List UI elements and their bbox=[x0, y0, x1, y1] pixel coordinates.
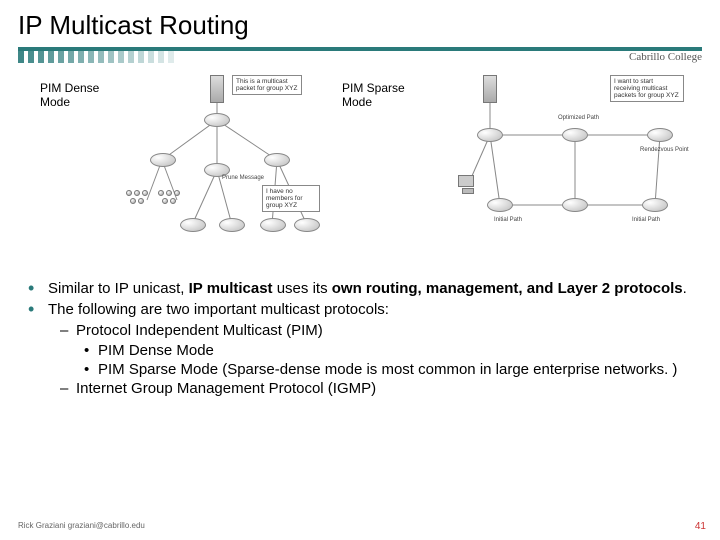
router-icon bbox=[647, 128, 673, 142]
router-icon bbox=[477, 128, 503, 142]
right-figure-label: PIM Sparse Mode bbox=[342, 75, 420, 265]
page-number: 41 bbox=[695, 521, 706, 532]
router-icon bbox=[219, 218, 245, 232]
left-figure: This is a multicast packet for group XYZ… bbox=[122, 75, 332, 265]
college-label: Cabrillo College bbox=[629, 51, 702, 63]
callout-top: This is a multicast packet for group XYZ bbox=[232, 75, 302, 95]
server-icon bbox=[210, 75, 224, 103]
rp-label: Rendezvous Point bbox=[640, 147, 689, 153]
pc-icon bbox=[458, 175, 474, 187]
footer-text: Rick Graziani graziani@cabrillo.edu bbox=[18, 521, 145, 530]
router-icon bbox=[180, 218, 206, 232]
callout-bottom: I have no members for group XYZ bbox=[262, 185, 320, 212]
left-figure-label: PIM Dense Mode bbox=[40, 75, 112, 265]
sub-bullet-item: Internet Group Management Protocol (IGMP… bbox=[28, 379, 692, 398]
optimized-label: Optimized Path bbox=[558, 115, 599, 121]
bullet-item: The following are two important multicas… bbox=[28, 300, 692, 319]
bullet-list: Similar to IP unicast, IP multicast uses… bbox=[0, 265, 720, 398]
users-icon bbox=[158, 190, 188, 210]
prune-label: Prune Message bbox=[222, 175, 264, 181]
router-icon bbox=[294, 218, 320, 232]
router-icon bbox=[487, 198, 513, 212]
callout-top-right: I want to start receiving multicast pack… bbox=[610, 75, 684, 102]
sub-bullet-item: Protocol Independent Multicast (PIM) bbox=[28, 321, 692, 340]
subsub-bullet-item: PIM Dense Mode bbox=[28, 341, 692, 360]
router-icon bbox=[562, 198, 588, 212]
figure-row: PIM Dense Mode This is a multicast packe… bbox=[0, 73, 720, 265]
title-banner: Cabrillo College bbox=[18, 47, 702, 67]
users-icon bbox=[126, 190, 156, 210]
router-icon bbox=[260, 218, 286, 232]
subsub-bullet-item: PIM Sparse Mode (Sparse-dense mode is mo… bbox=[28, 360, 692, 379]
server-icon bbox=[483, 75, 497, 103]
router-icon bbox=[562, 128, 588, 142]
router-icon bbox=[264, 153, 290, 167]
slide-title: IP Multicast Routing bbox=[0, 0, 720, 47]
initial-path-label: Initial Path bbox=[494, 217, 522, 223]
bullet-item: Similar to IP unicast, IP multicast uses… bbox=[28, 279, 692, 298]
initial-path-label: Initial Path bbox=[632, 217, 660, 223]
right-figure: I want to start receiving multicast pack… bbox=[430, 75, 690, 265]
router-icon bbox=[204, 113, 230, 127]
router-icon bbox=[150, 153, 176, 167]
router-icon bbox=[642, 198, 668, 212]
